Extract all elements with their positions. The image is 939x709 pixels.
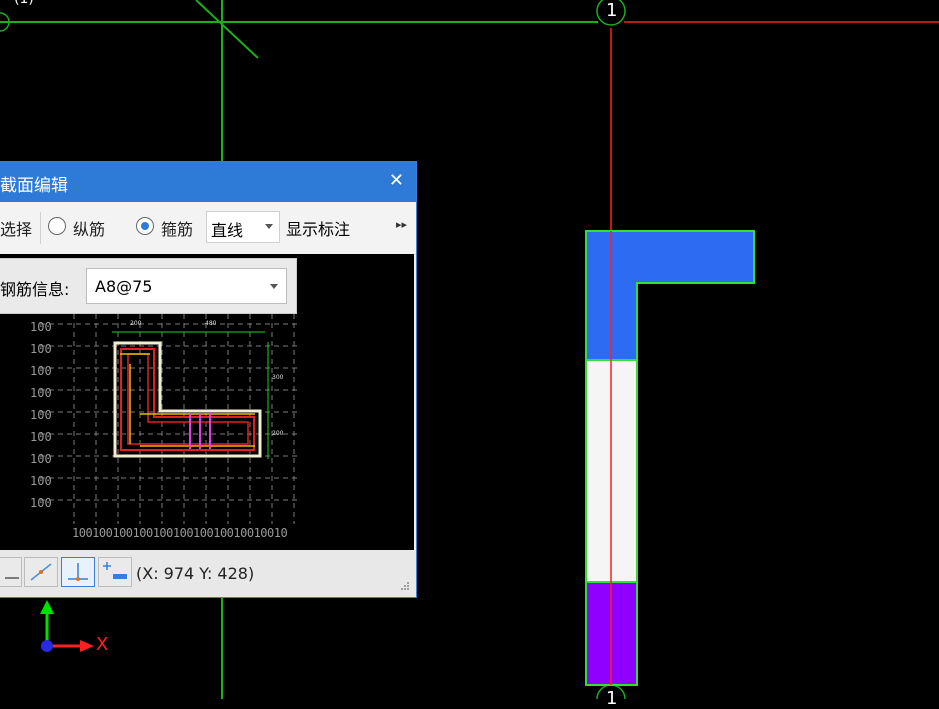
rebar-info-dropdown[interactable]: A8@75 (86, 268, 287, 304)
select-button[interactable]: 选择 (0, 216, 32, 240)
dialog-toolbar: 选择 纵筋 箍筋 直线 显示标注 ▸▸ (0, 202, 416, 255)
line-snap-icon[interactable] (0, 557, 22, 587)
ucs-x-label: X (96, 634, 109, 655)
row-label: 100 (30, 364, 52, 378)
row-label: 100 (30, 342, 52, 356)
chevron-down-icon (270, 284, 278, 289)
row-label: 100 (30, 452, 52, 466)
row-label: 100 (30, 496, 52, 510)
row-label: 100 (30, 386, 52, 400)
longitudinal-radio-label[interactable]: 纵筋 (73, 216, 105, 240)
dim-right-upper: 300 (272, 374, 284, 381)
row-label: 100 (30, 430, 52, 444)
section-edit-dialog[interactable]: 截面编辑 ✕ 选择 纵筋 箍筋 直线 显示标注 ▸▸ 200 480 300 2… (0, 161, 417, 598)
dim-top-right: 480 (205, 320, 217, 327)
axis-label-bottom: 1 (606, 688, 618, 709)
rebar-info-value: A8@75 (95, 277, 153, 296)
chevron-down-icon (265, 224, 273, 229)
toolbar-divider (40, 212, 41, 244)
dialog-titlebar[interactable]: 截面编辑 ✕ (0, 162, 416, 202)
rebar-info-panel: 钢筋信息: A8@75 (0, 258, 297, 314)
axis-label-corner: (1) (14, 0, 34, 8)
row-label: 100 (30, 408, 52, 422)
stirrup-radio-label[interactable]: 箍筋 (161, 216, 193, 240)
row-label: 100 (30, 320, 52, 334)
dialog-statusbar: (X: 974 Y: 428) (0, 550, 416, 597)
diagonal-snap-icon[interactable] (24, 557, 58, 587)
cursor-coordinates: (X: 974 Y: 428) (136, 564, 255, 583)
axis-label-top: 1 (606, 0, 618, 21)
longitudinal-radio[interactable] (48, 217, 66, 235)
double-chevron-right-icon[interactable]: ▸▸ (396, 218, 407, 231)
column-labels: 10010010010010010010010010010010 (72, 526, 288, 540)
show-label-button[interactable]: 显示标注 (286, 216, 350, 240)
shape-dropdown[interactable]: 直线 (206, 211, 280, 243)
stirrup-radio[interactable] (136, 217, 154, 235)
dialog-title: 截面编辑 (0, 176, 68, 196)
perpendicular-snap-icon[interactable] (61, 557, 95, 587)
shape-dropdown-value: 直线 (211, 221, 244, 240)
rebar-info-label: 钢筋信息: (0, 280, 70, 299)
dim-right-lower: 200 (272, 430, 284, 437)
extend-snap-icon[interactable] (98, 557, 132, 587)
close-icon[interactable]: ✕ (389, 170, 404, 191)
dim-top-left: 200 (130, 320, 142, 327)
row-label: 100 (30, 474, 52, 488)
resize-grip-icon[interactable] (400, 581, 410, 591)
grid-line-diagonal (195, 0, 259, 59)
ucs-icon (40, 600, 94, 652)
row-labels: 100 100 100 100 100 100 100 100 100 (30, 316, 58, 514)
